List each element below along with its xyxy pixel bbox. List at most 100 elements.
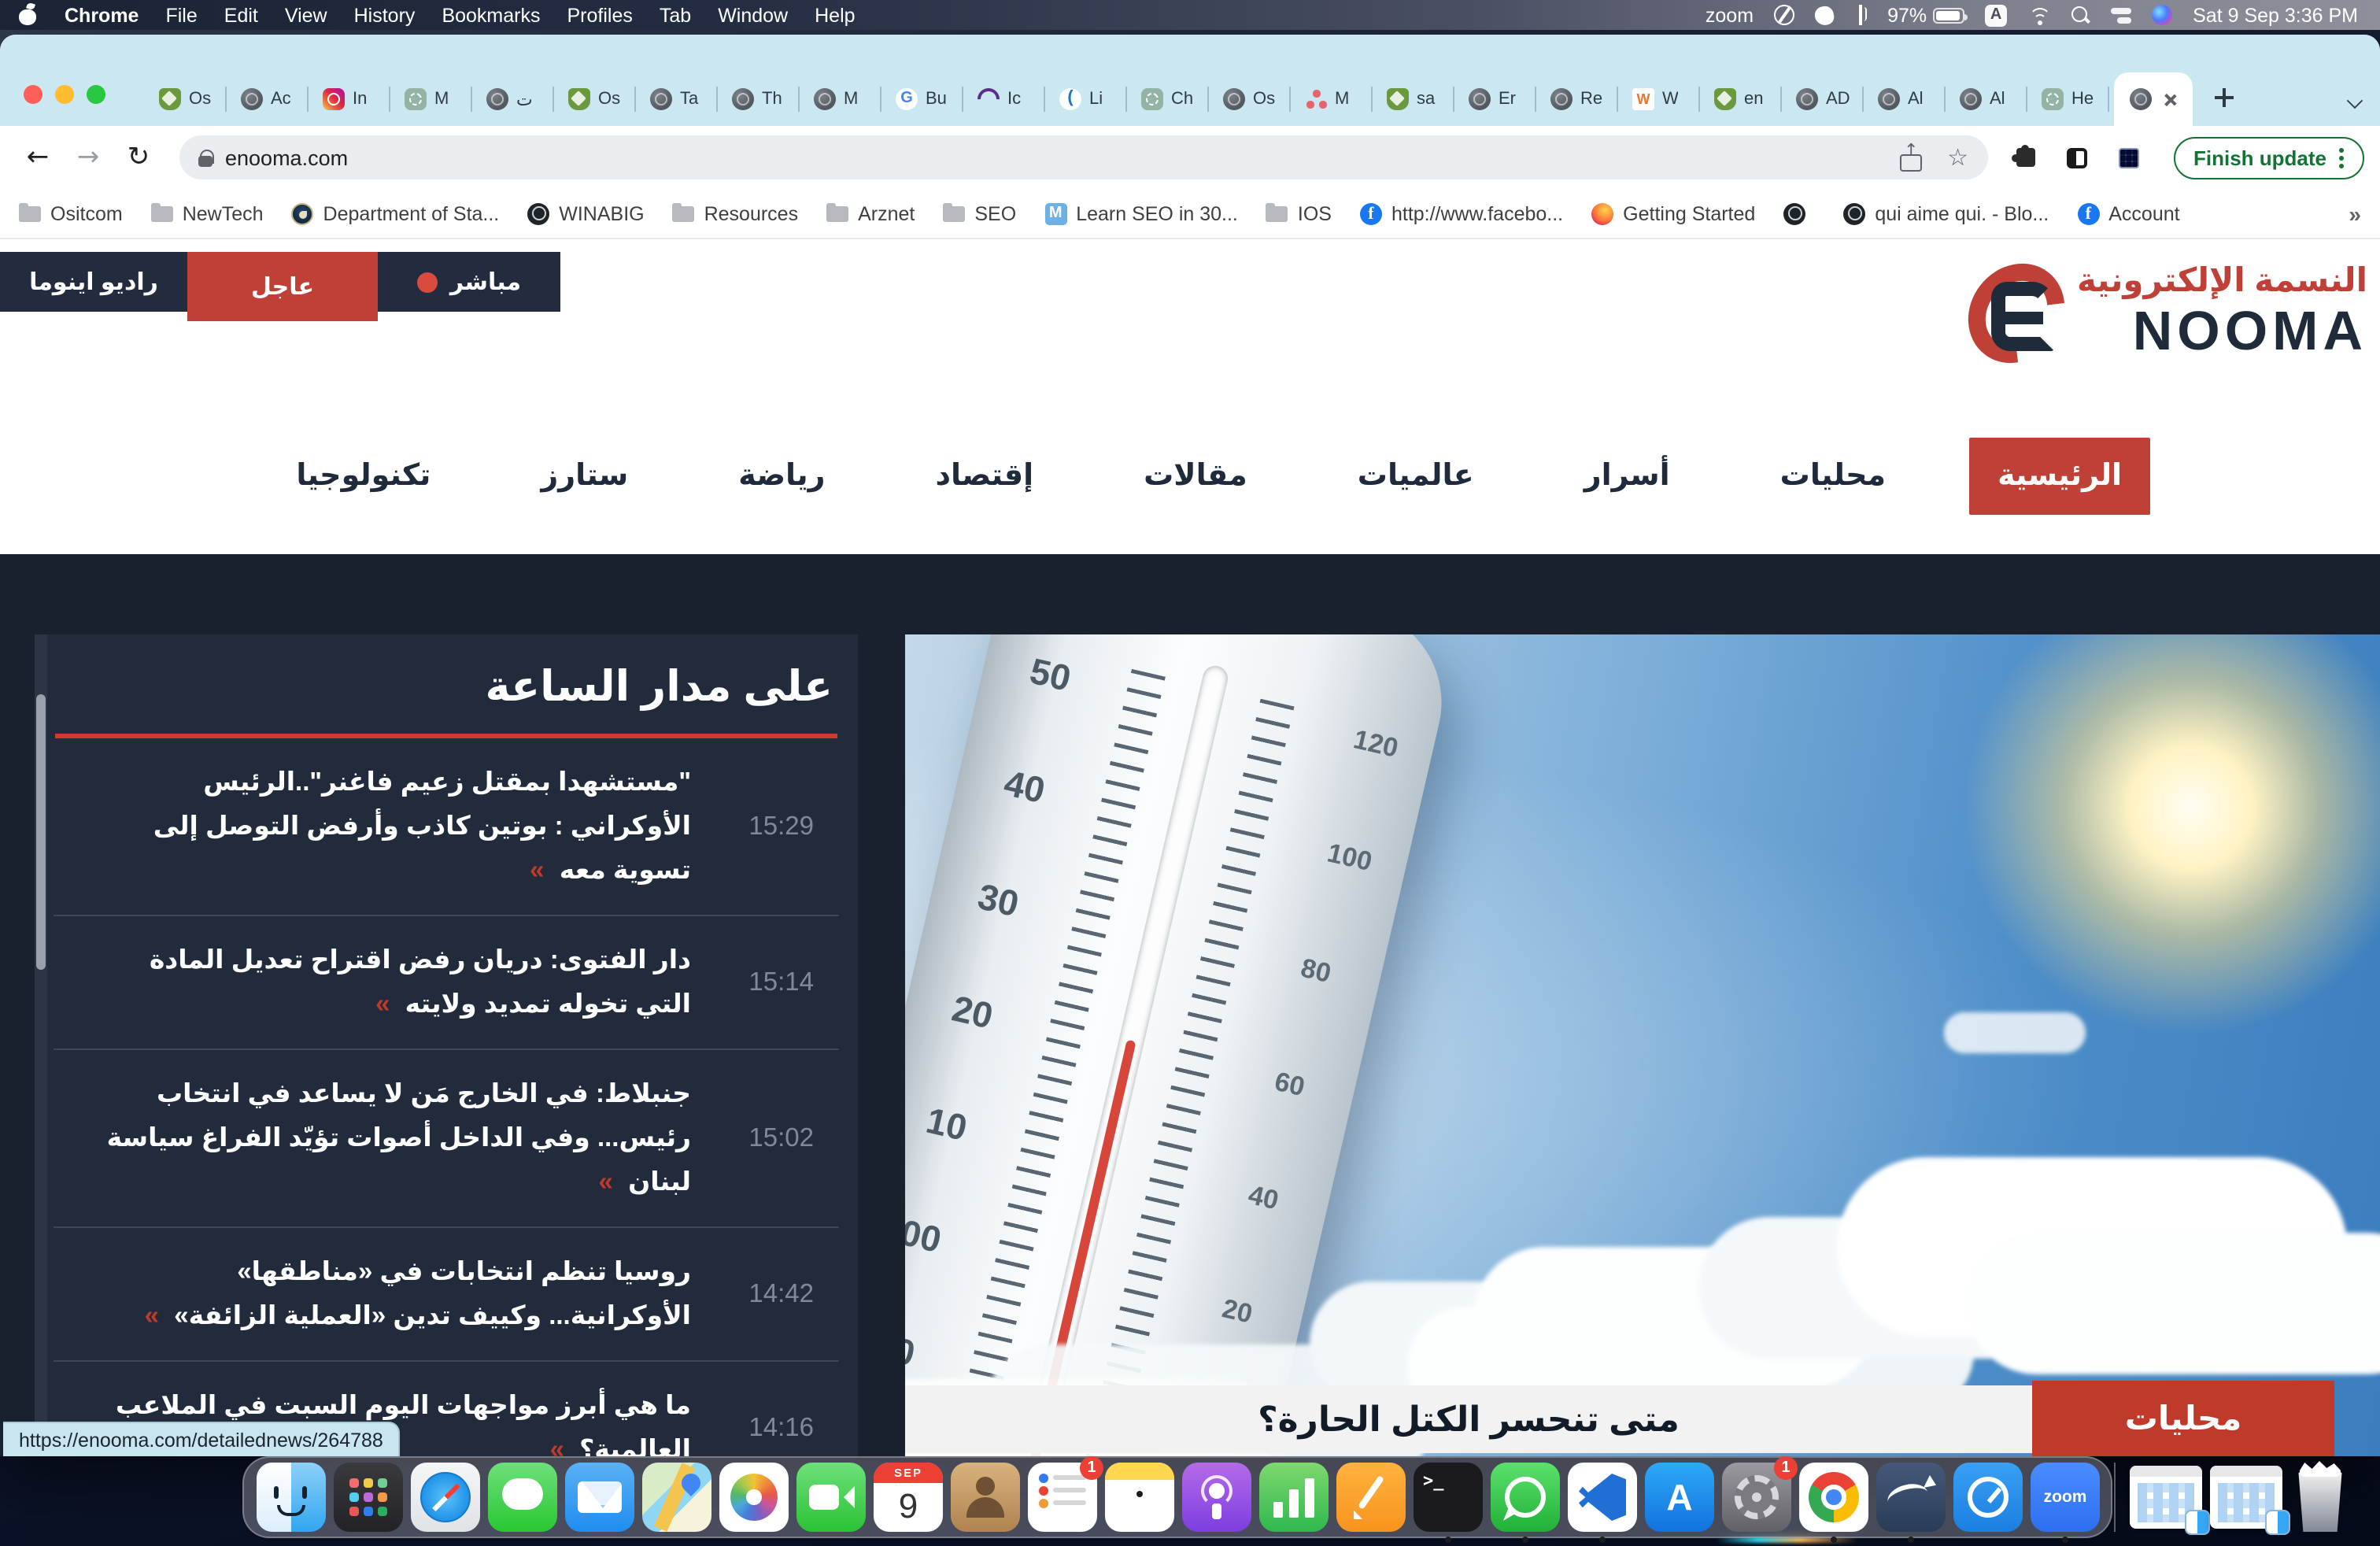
- circle-slash-menu-icon[interactable]: [1774, 5, 1794, 25]
- urgent-news-button[interactable]: عاجل: [187, 252, 378, 321]
- browser-tab[interactable]: AD: [1782, 72, 1864, 126]
- launchpad-dock-icon[interactable]: [334, 1463, 403, 1532]
- podcasts-dock-icon[interactable]: [1182, 1463, 1251, 1532]
- menubar-clock[interactable]: Sat 9 Sep 3:36 PM: [2193, 4, 2358, 26]
- vscode-dock-icon[interactable]: [1568, 1463, 1637, 1532]
- bookmark-item[interactable]: Learn SEO in 30...: [1044, 202, 1238, 224]
- hero-headline-bar[interactable]: متى تنحسر الكتل الحارة؟: [905, 1385, 2032, 1453]
- browser-tab[interactable]: Ch: [1127, 72, 1209, 126]
- trash-dock-icon[interactable]: [2293, 1463, 2347, 1532]
- nav-item[interactable]: أسرار: [1529, 457, 1725, 494]
- url-text[interactable]: enooma.com: [225, 146, 1887, 169]
- lock-icon[interactable]: [198, 150, 213, 167]
- nav-item[interactable]: رياضة: [683, 457, 880, 494]
- browser-tab[interactable]: Th: [718, 72, 800, 126]
- browser-tab[interactable]: Al: [1864, 72, 1946, 126]
- tab-close-icon[interactable]: [2163, 92, 2177, 106]
- app-blob-menu-icon[interactable]: [1813, 4, 1835, 26]
- browser-tab[interactable]: Er: [1454, 72, 1536, 126]
- browser-tab[interactable]: sa: [1373, 72, 1454, 126]
- menubar-item[interactable]: Bookmarks: [442, 4, 540, 26]
- calendar-dock-icon[interactable]: SEP 9: [874, 1463, 943, 1532]
- nav-item[interactable]: ستارز: [486, 457, 683, 494]
- menubar-item[interactable]: File: [165, 4, 197, 26]
- terminal-dock-icon[interactable]: >_: [1414, 1463, 1483, 1532]
- bookmarks-overflow-chevron[interactable]: »: [2349, 201, 2361, 226]
- pages-dock-icon[interactable]: [1336, 1463, 1406, 1532]
- nav-item[interactable]: تكنولوجيا: [241, 457, 486, 494]
- messages-dock-icon[interactable]: [488, 1463, 557, 1532]
- news-item[interactable]: 14:42 روسيا تنظم انتخابات في «مناطقها» ا…: [54, 1228, 839, 1362]
- news-headline[interactable]: روسيا تنظم انتخابات في «مناطقها» الأوكرا…: [101, 1250, 691, 1338]
- minimized-finder-window[interactable]: [2130, 1466, 2202, 1529]
- news-headline[interactable]: "مستشهدا بمقتل زعيم فاغنر"..الرئيس الأوك…: [101, 760, 691, 893]
- browser-tab[interactable]: Bu: [881, 72, 963, 126]
- browser-tab[interactable]: Ic: [963, 72, 1045, 126]
- live-button[interactable]: مباشر: [378, 252, 560, 312]
- notes-dock-icon[interactable]: [1105, 1463, 1174, 1532]
- chrome-menu-icon[interactable]: [2339, 147, 2344, 168]
- bookmark-star-icon[interactable]: ☆: [1947, 143, 1968, 172]
- active-tab[interactable]: [2114, 72, 2193, 126]
- bookmark-item[interactable]: WINABIG: [527, 202, 644, 224]
- browser-tab[interactable]: M: [800, 72, 881, 126]
- whatsapp-dock-icon[interactable]: [1491, 1463, 1560, 1532]
- browser-tab[interactable]: W: [1618, 72, 1700, 126]
- menubar-item[interactable]: Window: [718, 4, 788, 26]
- nav-item[interactable]: مقالات: [1088, 457, 1303, 494]
- news-item[interactable]: 15:02 جنبلاط: في الخارج مَن لا يساعد في …: [54, 1050, 839, 1228]
- bluetooth-icon[interactable]: [1854, 5, 1867, 25]
- browser-tab[interactable]: ت: [472, 72, 554, 126]
- zoom-window-button[interactable]: [87, 85, 105, 104]
- menubar-item[interactable]: View: [285, 4, 327, 26]
- numbers-dock-icon[interactable]: [1259, 1463, 1329, 1532]
- browser-tab[interactable]: en: [1700, 72, 1782, 126]
- nav-item[interactable]: محليات: [1725, 457, 1941, 494]
- menubar-item[interactable]: Edit: [224, 4, 258, 26]
- nav-item[interactable]: الرئيسية: [1969, 437, 2150, 514]
- bookmark-item[interactable]: [1783, 202, 1815, 224]
- bookmark-item[interactable]: Getting Started: [1591, 202, 1755, 224]
- menubar-item[interactable]: Help: [815, 4, 855, 26]
- browser-tab[interactable]: M: [390, 72, 472, 126]
- browser-tab[interactable]: Os: [1209, 72, 1291, 126]
- site-logo[interactable]: النسمة الإلكترونية NOOMA: [1970, 261, 2367, 372]
- menubar-item[interactable]: Tab: [660, 4, 691, 26]
- news-item[interactable]: 15:14 دار الفتوى: دريان رفض اقتراح تعديل…: [54, 916, 839, 1050]
- finish-update-button[interactable]: Finish update: [2173, 136, 2364, 179]
- sidebar-scrollbar[interactable]: [35, 634, 47, 1456]
- news-headline[interactable]: دار الفتوى: دريان رفض اقتراح تعديل الماد…: [101, 938, 691, 1026]
- clock-app-dock-icon[interactable]: [1953, 1463, 2023, 1532]
- browser-tab[interactable]: Os: [554, 72, 636, 126]
- nav-item[interactable]: إقتصاد: [880, 457, 1088, 494]
- radio-enooma-button[interactable]: راديو اينوما: [0, 252, 187, 312]
- zoom-dock-icon[interactable]: zoom: [2031, 1463, 2100, 1532]
- bookmark-item[interactable]: Department of Sta...: [292, 202, 500, 224]
- maps-dock-icon[interactable]: [642, 1463, 711, 1532]
- browser-tab[interactable]: Ta: [636, 72, 718, 126]
- menubar-app-name[interactable]: Chrome: [65, 4, 139, 26]
- back-button[interactable]: ←: [16, 142, 60, 173]
- wifi-icon[interactable]: [2027, 6, 2051, 24]
- input-source-icon[interactable]: A: [1985, 4, 2007, 26]
- extensions-icon[interactable]: [2016, 148, 2034, 167]
- menubar-zoom-label[interactable]: zoom: [1706, 4, 1754, 26]
- bookmark-item[interactable]: SEO: [943, 202, 1016, 224]
- hero-category-badge[interactable]: محليات: [2032, 1381, 2334, 1456]
- control-center-icon[interactable]: [2111, 6, 2131, 24]
- hero-article[interactable]: 504030201000-10-20 1201008060402000-20: [905, 634, 2380, 1456]
- minimize-window-button[interactable]: [55, 85, 74, 104]
- bookmark-item[interactable]: http://www.facebo...: [1360, 202, 1563, 224]
- close-window-button[interactable]: [24, 85, 42, 104]
- facetime-dock-icon[interactable]: [796, 1463, 866, 1532]
- mysql-workbench-dock-icon[interactable]: [1876, 1463, 1946, 1532]
- bookmark-item[interactable]: NewTech: [151, 202, 264, 224]
- browser-tab[interactable]: In: [309, 72, 390, 126]
- news-item[interactable]: 15:29 "مستشهدا بمقتل زعيم فاغنر"..الرئيس…: [54, 738, 839, 916]
- reload-button[interactable]: ↻: [116, 142, 161, 173]
- safari-dock-icon[interactable]: [411, 1463, 480, 1532]
- menubar-item[interactable]: History: [354, 4, 416, 26]
- bookmark-item[interactable]: qui aime qui. - Blo...: [1843, 202, 2049, 224]
- browser-tab[interactable]: Re: [1536, 72, 1618, 126]
- bookmark-item[interactable]: Resources: [673, 202, 799, 224]
